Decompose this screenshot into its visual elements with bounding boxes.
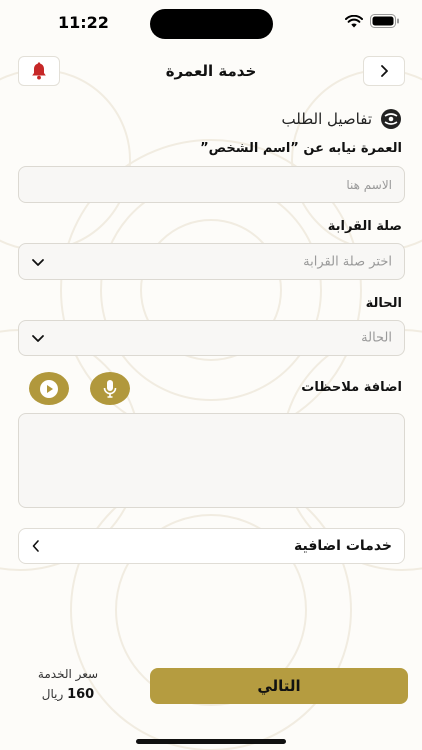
bell-icon (32, 62, 46, 80)
status-select[interactable]: الحالة (18, 320, 405, 356)
home-indicator (136, 739, 286, 744)
price-value: 160 ريال (32, 687, 104, 702)
dynamic-island (150, 9, 273, 39)
notes-label: اضافة ملاحظات (301, 380, 402, 395)
relation-select[interactable]: اختر صلة القرابة (18, 243, 405, 280)
notifications-button[interactable] (18, 56, 60, 86)
chevron-down-icon (32, 258, 44, 266)
wifi-icon (345, 14, 363, 27)
section-title: تفاصيل الطلب (281, 110, 372, 128)
section-heading: تفاصيل الطلب (282, 108, 402, 130)
status-icons (345, 14, 400, 28)
status-label: الحالة (365, 296, 402, 311)
battery-icon (370, 14, 399, 28)
microphone-button[interactable] (90, 372, 130, 405)
chevron-down-icon (32, 335, 44, 342)
name-label: العمرة نيابه عن ”اسم الشخص” (200, 141, 402, 156)
page-title: خدمة العمرة (165, 62, 257, 80)
play-icon (40, 379, 58, 398)
relation-placeholder: اختر صلة القرابة (303, 254, 392, 269)
price-amount: 160 (67, 687, 95, 702)
name-input[interactable]: الاسم هنا (18, 166, 405, 203)
status-time: 11:22 (58, 13, 109, 32)
status-placeholder: الحالة (361, 330, 392, 346)
price-label: سعر الخدمة (37, 667, 99, 681)
price-currency: ريال (41, 687, 64, 701)
play-button[interactable] (29, 372, 69, 405)
back-button[interactable] (363, 56, 405, 86)
next-button[interactable]: التالي (150, 668, 408, 704)
emblem-icon (381, 109, 401, 129)
extra-services-row[interactable]: خدمات اضافية (18, 528, 405, 564)
microphone-icon (103, 379, 117, 398)
notes-textarea[interactable] (18, 413, 405, 508)
chevron-left-icon (32, 540, 39, 552)
chevron-right-icon (381, 65, 388, 77)
extra-services-label: خدمات اضافية (294, 538, 392, 554)
relation-label: صلة القرابة (327, 219, 402, 234)
name-placeholder: الاسم هنا (346, 177, 392, 192)
